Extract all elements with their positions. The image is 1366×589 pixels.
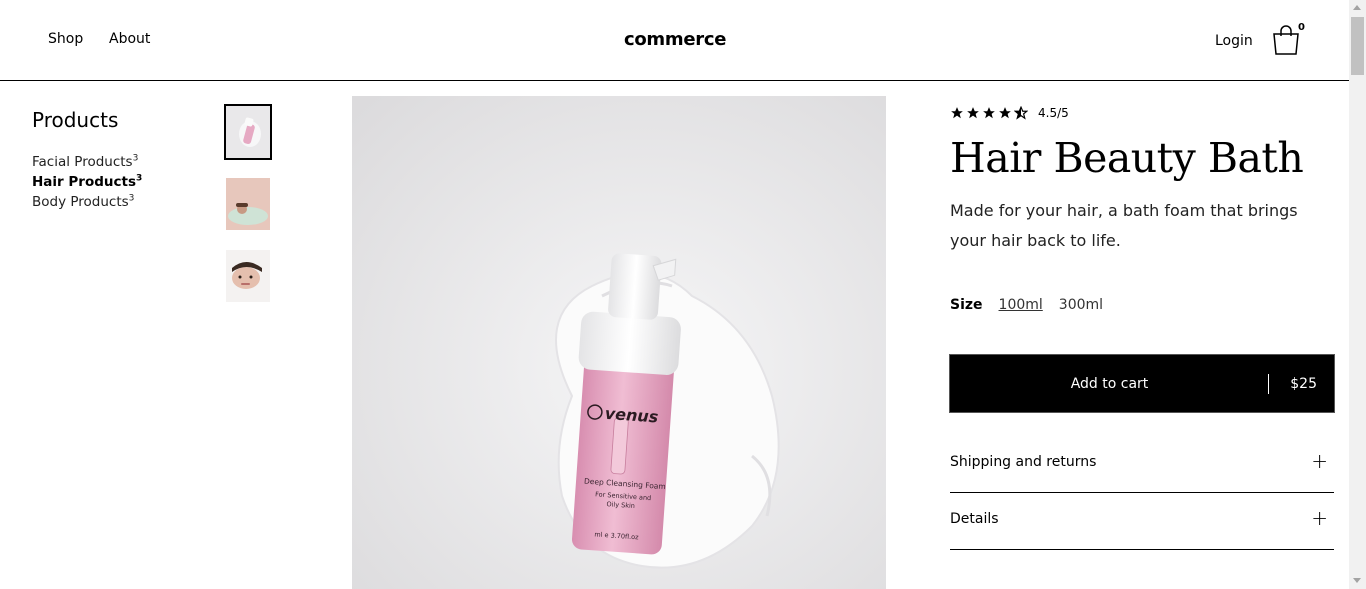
product-description: Made for your hair, a bath foam that bri… <box>950 201 1298 250</box>
accordion-label: Details <box>950 511 999 527</box>
product-title: Hair Beauty Bath <box>950 134 1304 182</box>
login-link[interactable]: Login <box>1215 33 1253 49</box>
star-full-icon <box>999 107 1011 119</box>
accordion-details[interactable]: Details + <box>950 493 1334 550</box>
rating-value: 4.5/5 <box>1038 106 1069 120</box>
page-scrollbar[interactable] <box>1349 0 1366 589</box>
main-product-image[interactable]: venus Deep Cleansing Foam For Sensitive … <box>352 96 886 589</box>
thumbnail-model-in-bath[interactable] <box>226 178 270 230</box>
bottle-brand-text: venus <box>604 404 659 427</box>
star-full-icon <box>951 107 963 119</box>
accordion-shipping-returns[interactable]: Shipping and returns + <box>950 436 1334 493</box>
category-count: 3 <box>136 173 143 184</box>
star-half-icon <box>1014 106 1028 120</box>
size-option-100ml[interactable]: 100ml <box>999 297 1043 313</box>
shopping-bag-icon[interactable] <box>1271 24 1301 56</box>
thumbnail-model-face[interactable] <box>226 250 270 302</box>
category-count: 3 <box>132 153 139 164</box>
site-logo[interactable]: commerce <box>624 29 726 50</box>
category-hair-products[interactable]: Hair Products3 <box>32 172 142 192</box>
add-to-cart-divider <box>1268 374 1269 394</box>
category-body-products[interactable]: Body Products3 <box>32 192 142 212</box>
add-to-cart-button[interactable]: Add to cart $25 <box>949 354 1335 413</box>
category-label: Body Products <box>32 194 129 210</box>
accordion-label: Shipping and returns <box>950 454 1097 470</box>
category-list: Facial Products3 Hair Products3 Body Pro… <box>32 152 142 212</box>
add-to-cart-label: Add to cart <box>1070 375 1149 392</box>
size-option-300ml[interactable]: 300ml <box>1059 297 1103 313</box>
category-label: Hair Products <box>32 174 136 190</box>
sidebar-title: Products <box>32 108 119 132</box>
scroll-down-arrow-icon[interactable] <box>1353 578 1361 583</box>
thumbnail-product-bottle[interactable] <box>224 104 272 160</box>
category-facial-products[interactable]: Facial Products3 <box>32 152 142 172</box>
star-full-icon <box>967 107 979 119</box>
size-label: Size <box>950 297 983 313</box>
scroll-up-arrow-icon[interactable] <box>1353 5 1361 10</box>
scrollbar-thumb[interactable] <box>1351 17 1364 75</box>
nav-shop-link[interactable]: Shop <box>48 31 83 47</box>
category-label: Facial Products <box>32 154 133 170</box>
site-header: Shop About commerce Login 0 <box>0 0 1349 81</box>
product-rating: 4.5/5 <box>950 106 1069 120</box>
cart-count-badge: 0 <box>1298 22 1305 33</box>
size-selector: Size 100ml 300ml <box>950 297 1119 313</box>
category-count: 3 <box>128 193 135 204</box>
star-full-icon <box>983 107 995 119</box>
plus-icon: + <box>1311 506 1328 530</box>
product-price: $25 <box>1290 375 1317 392</box>
nav-about-link[interactable]: About <box>109 31 150 47</box>
plus-icon: + <box>1311 449 1328 473</box>
